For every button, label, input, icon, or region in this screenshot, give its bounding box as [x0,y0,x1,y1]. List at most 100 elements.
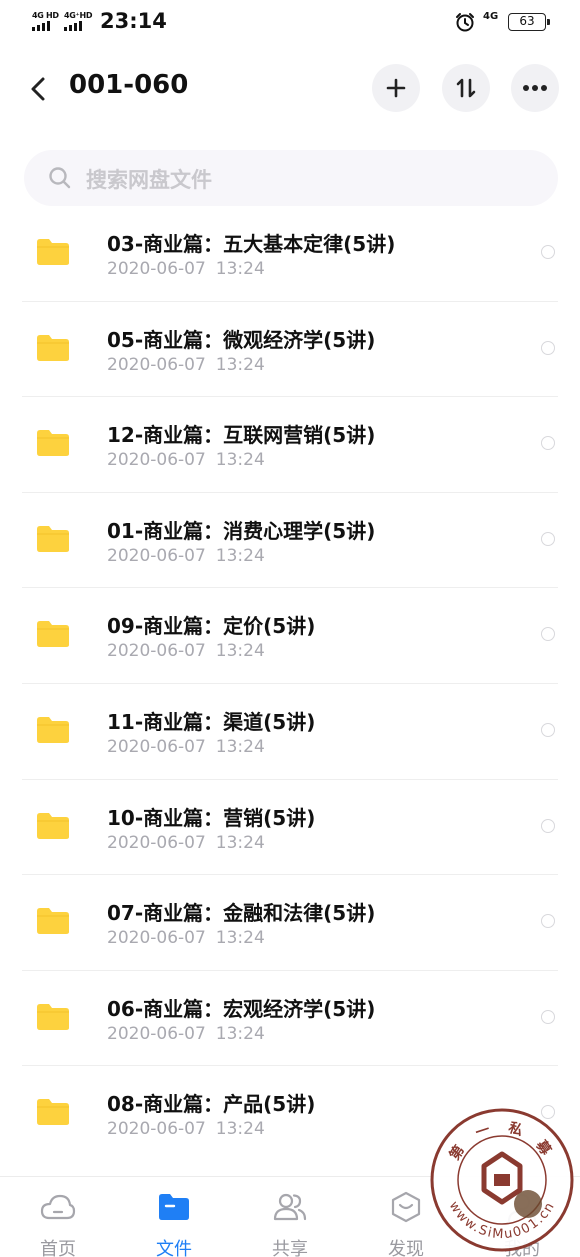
folder-icon [159,1194,189,1220]
folder-time: 13:24 [215,259,265,279]
folder-time: 13:24 [215,832,265,853]
folder-meta: 2020-06-07 13:24 [107,737,265,757]
folder-meta: 2020-06-07 13:24 [107,546,265,566]
cloud-icon [40,1194,76,1220]
add-button[interactable] [372,64,420,112]
screen: 4G HD 4G⁺HD 23:14 4G 63 001-060 搜索网盘文件 0… [0,0,580,1257]
status-bar: 4G HD 4G⁺HD 23:14 4G 63 [0,0,580,46]
header: 001-060 [0,58,580,120]
tab-label: 文件 [156,1239,192,1257]
tab-files[interactable]: 文件 [116,1177,232,1257]
folder-icon [37,430,69,457]
folder-time: 13:24 [215,928,265,949]
chevron-left-icon[interactable] [24,74,54,104]
people-icon [273,1193,307,1221]
sort-icon [456,78,476,98]
more-button[interactable] [511,64,559,112]
discover-icon [391,1191,421,1223]
sort-button[interactable] [442,64,490,112]
folder-row[interactable]: 07-商业篇：金融和法律(5讲) 2020-06-07 13:24 [0,875,580,971]
folder-date: 2020-06-07 [107,450,206,471]
folder-meta: 2020-06-07 13:24 [107,259,265,279]
select-radio[interactable] [541,818,555,833]
folder-name: 09-商业篇：定价(5讲) [107,614,316,639]
folder-meta: 2020-06-07 13:24 [107,641,265,661]
folder-date: 2020-06-07 [107,928,206,949]
folder-date: 2020-06-07 [107,832,206,853]
signal-2: 4G⁺HD [64,11,93,31]
folder-time: 13:24 [215,545,265,566]
folder-meta: 2020-06-07 13:24 [107,1024,265,1044]
alarm-icon [456,13,474,32]
page-title: 001-060 [69,70,189,100]
folder-row[interactable]: 06-商业篇：宏观经济学(5讲) 2020-06-07 13:24 [0,971,580,1067]
search-icon [49,167,71,189]
select-radio[interactable] [541,340,555,355]
folder-row[interactable]: 09-商业篇：定价(5讲) 2020-06-07 13:24 [0,588,580,684]
signal-1: 4G HD [32,11,59,31]
folder-date: 2020-06-07 [107,641,206,662]
folder-meta: 2020-06-07 13:24 [107,928,265,948]
more-horizontal-icon [523,85,547,91]
battery-icon: 63 [508,13,550,31]
folder-icon [37,908,69,935]
folder-meta: 2020-06-07 13:24 [107,355,265,375]
folder-name: 12-商业篇：互联网营销(5讲) [107,423,376,448]
folder-icon [37,1003,69,1030]
folder-row[interactable]: 10-商业篇：营销(5讲) 2020-06-07 13:24 [0,780,580,876]
select-radio[interactable] [541,627,555,642]
folder-row[interactable]: 12-商业篇：互联网营销(5讲) 2020-06-07 13:24 [0,397,580,493]
network-type-1: 4G HD [32,11,59,20]
plus-icon [386,78,406,98]
tab-share[interactable]: 共享 [232,1177,348,1257]
folder-time: 13:24 [215,641,265,662]
select-radio[interactable] [541,914,555,929]
folder-name: 03-商业篇：五大基本定律(5讲) [107,232,396,256]
folder-name: 06-商业篇：宏观经济学(5讲) [107,996,376,1021]
clock: 23:14 [100,9,167,33]
folder-name: 10-商业篇：营销(5讲) [107,805,316,830]
folder-icon [37,239,69,265]
watermark-stamp: 第 一 私 募 www.SiMu001.cn [430,1108,574,1252]
search-placeholder: 搜索网盘文件 [86,168,212,192]
folder-name: 11-商业篇：渠道(5讲) [107,709,316,734]
battery-level: 63 [519,14,535,28]
folder-name: 05-商业篇：微观经济学(5讲) [107,327,376,352]
folder-meta: 2020-06-07 13:24 [107,450,265,470]
folder-icon [37,334,69,361]
folder-date: 2020-06-07 [107,354,206,375]
folder-icon [37,621,69,648]
folder-row[interactable]: 01-商业篇：消费心理学(5讲) 2020-06-07 13:24 [0,493,580,589]
folder-row[interactable]: 05-商业篇：微观经济学(5讲) 2020-06-07 13:24 [0,302,580,398]
folder-icon [37,1099,69,1126]
tab-label: 共享 [272,1239,308,1257]
folder-date: 2020-06-07 [107,545,206,566]
tab-label: 首页 [40,1239,76,1257]
folder-date: 2020-06-07 [107,736,206,757]
folder-meta: 2020-06-07 13:24 [107,1119,265,1139]
folder-time: 13:24 [215,450,265,471]
folder-meta: 2020-06-07 13:24 [107,833,265,853]
folder-name: 01-商业篇：消费心理学(5讲) [107,518,376,543]
select-radio[interactable] [541,245,555,259]
select-radio[interactable] [541,722,555,737]
folder-row[interactable]: 03-商业篇：五大基本定律(5讲) 2020-06-07 13:24 [0,206,580,302]
select-radio[interactable] [541,436,555,451]
search-bar[interactable]: 搜索网盘文件 [24,150,558,206]
folder-time: 13:24 [215,736,265,757]
select-radio[interactable] [541,1009,555,1024]
folder-row[interactable]: 11-商业篇：渠道(5讲) 2020-06-07 13:24 [0,684,580,780]
folder-time: 13:24 [215,1023,265,1044]
network-type-2: 4G⁺HD [64,11,93,20]
folder-date: 2020-06-07 [107,1119,206,1140]
file-list: 03-商业篇：五大基本定律(5讲) 2020-06-07 13:24 05-商业篇… [0,206,580,1162]
select-radio[interactable] [541,531,555,546]
folder-name: 07-商业篇：金融和法律(5讲) [107,901,376,926]
network-type-3: 4G [483,11,499,22]
folder-icon [37,716,69,743]
folder-time: 13:24 [215,1119,265,1140]
tab-home[interactable]: 首页 [0,1177,116,1257]
folder-date: 2020-06-07 [107,1023,206,1044]
folder-name: 08-商业篇：产品(5讲) [107,1092,316,1117]
folder-time: 13:24 [215,354,265,375]
